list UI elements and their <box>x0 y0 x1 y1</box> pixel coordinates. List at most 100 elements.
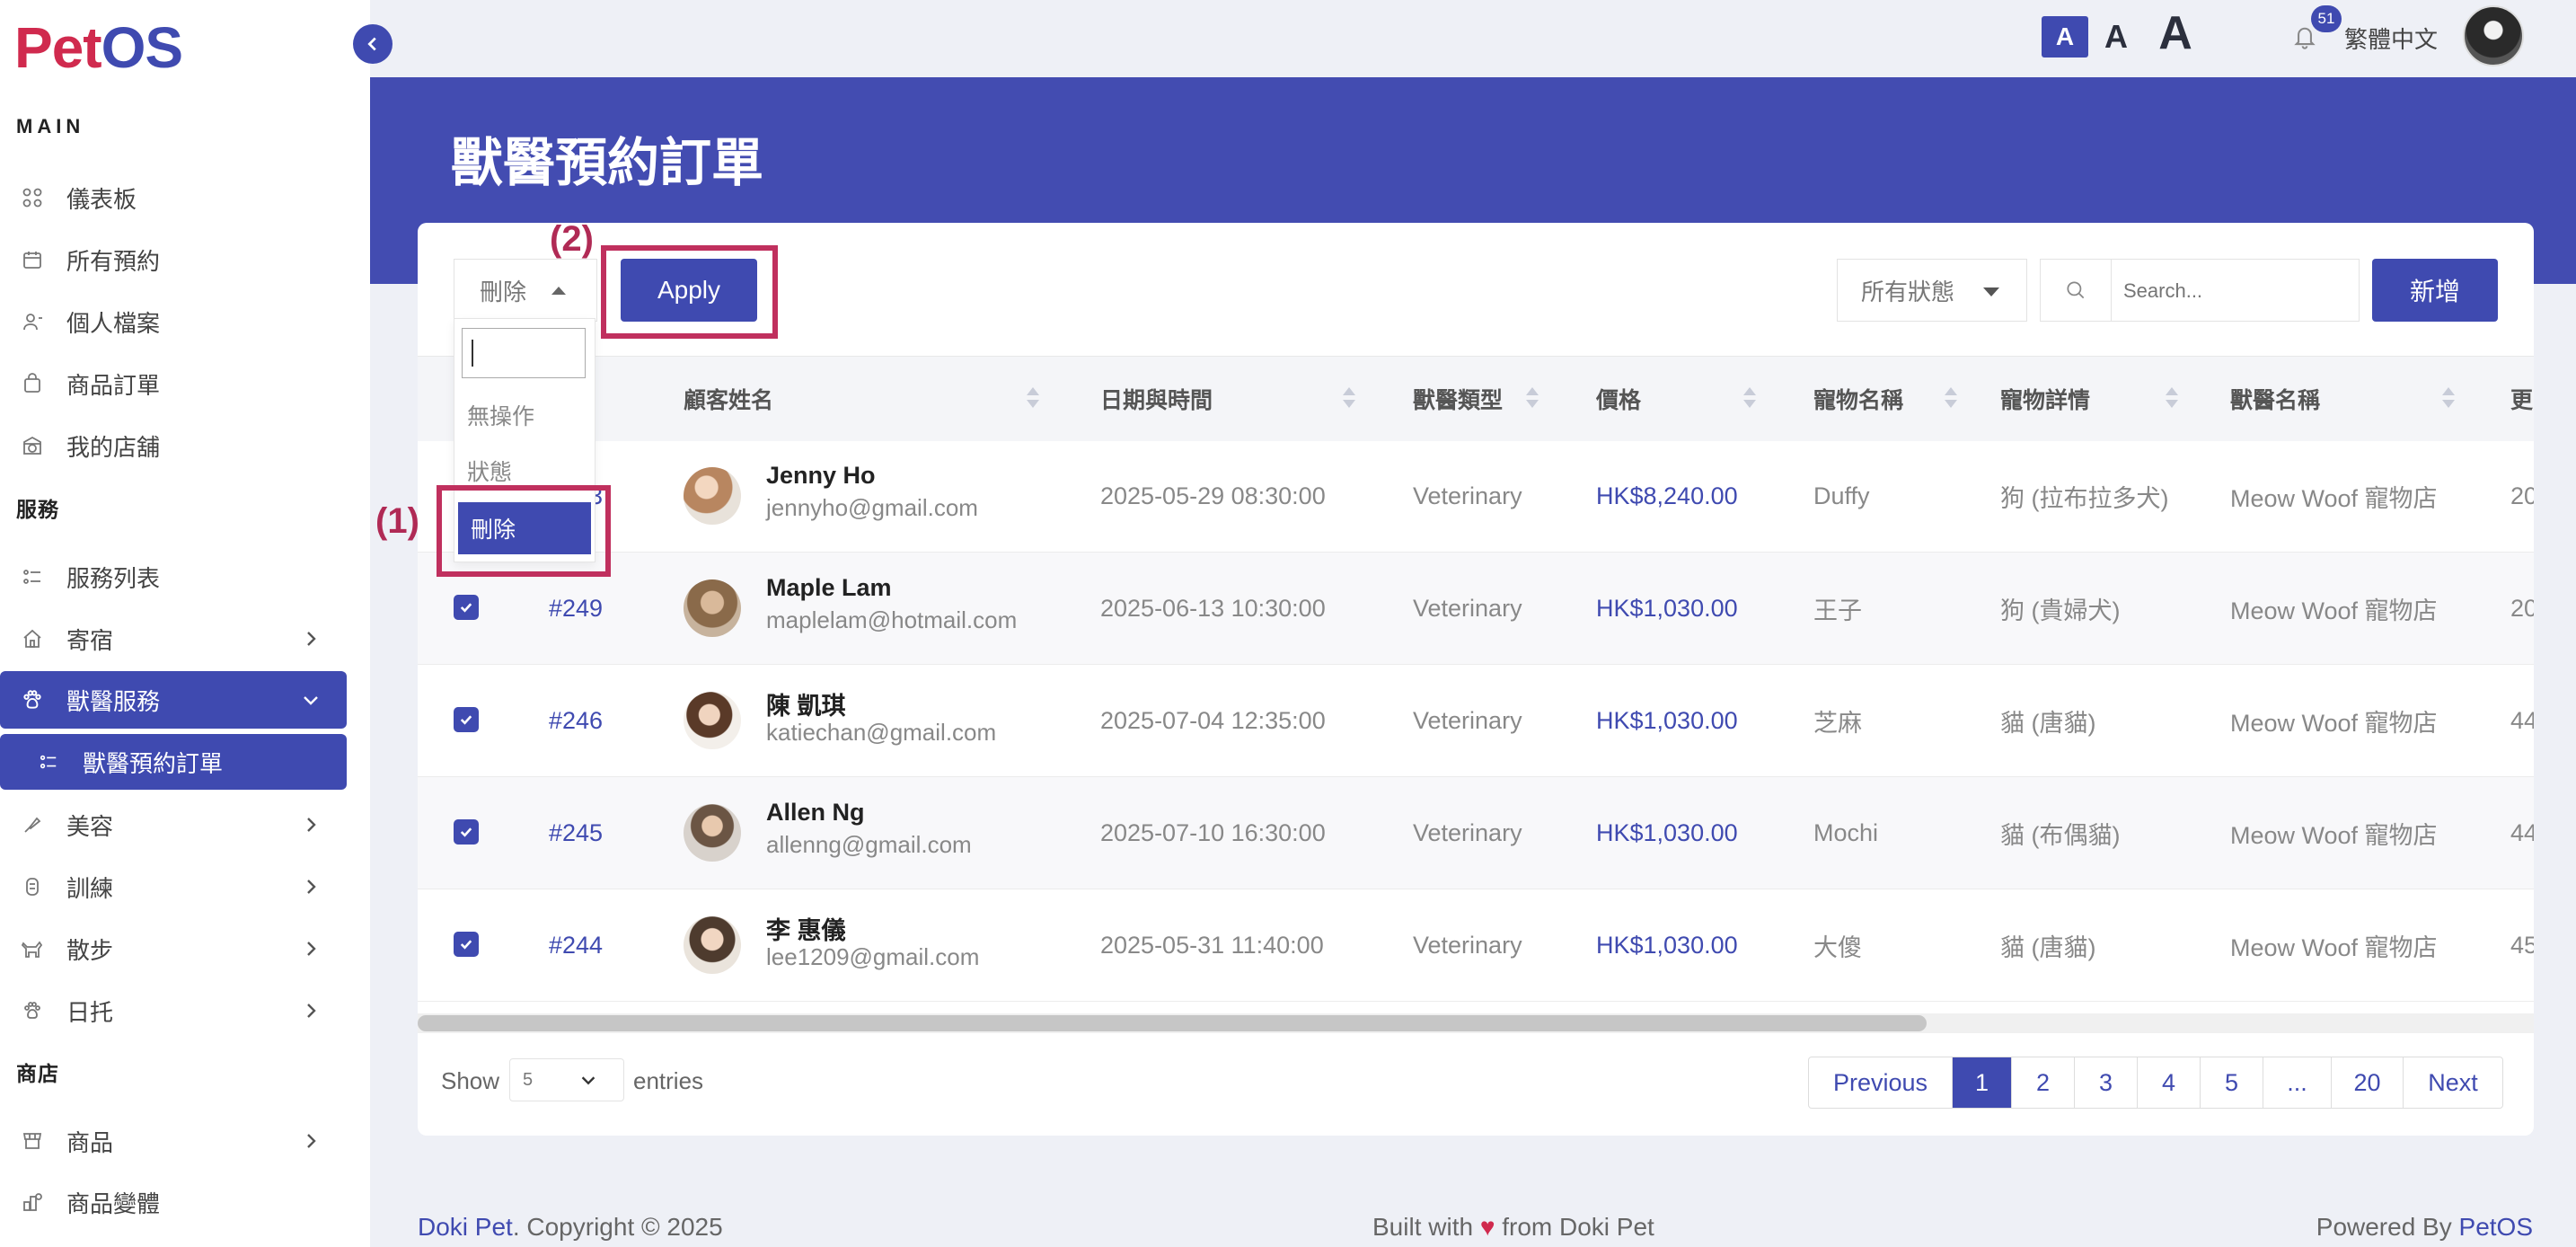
entries-label: entries <box>633 1067 704 1094</box>
page-button-5[interactable]: 5 <box>2201 1057 2263 1108</box>
sidebar-item-vet-booking-orders[interactable]: 獸醫預約訂單 <box>0 734 347 790</box>
sort-icon[interactable] <box>1945 387 1957 412</box>
user-avatar[interactable] <box>2463 5 2524 66</box>
more-cell: 44 <box>2510 818 2534 846</box>
footer-built-with: Built with ♥ from Doki Pet <box>1372 1213 1654 1242</box>
price: HK$1,030.00 <box>1596 931 1738 959</box>
sidebar-item-profile[interactable]: 個人檔案 <box>0 293 347 350</box>
column-header-pet-detail[interactable]: 寵物詳情 <box>2000 357 2090 441</box>
chevron-right-icon <box>307 1134 316 1148</box>
row-checkbox[interactable] <box>454 932 479 957</box>
font-size-small-button[interactable]: A <box>2042 16 2088 57</box>
sidebar-collapse-button[interactable] <box>353 24 393 64</box>
sidebar-item-label: 我的店舖 <box>66 433 161 461</box>
order-id[interactable]: #245 <box>549 777 603 889</box>
dog-icon <box>20 936 45 961</box>
order-id[interactable]: #244 <box>549 889 603 1001</box>
customer-name: Maple Lam <box>766 574 892 601</box>
dropdown-option-no-action[interactable]: 無操作 <box>454 389 595 441</box>
orders-card: 刪除 Apply 所有狀態 新增 顧客姓名 日期與時間 獸醫類型 價格 寵物名稱… <box>418 223 2534 1136</box>
powered-by-brand-link[interactable]: PetOS <box>2459 1213 2533 1241</box>
sidebar-item-boarding[interactable]: 寄宿 <box>0 610 347 668</box>
chevron-right-icon <box>307 632 316 646</box>
sidebar-item-label: 商品變體 <box>66 1190 161 1217</box>
search-input[interactable] <box>2122 272 2350 310</box>
table-row[interactable]: #249 Maple Lam maplelam@hotmail.com 2025… <box>418 553 2534 665</box>
pet-name: Mochi <box>1813 818 1879 846</box>
sort-icon[interactable] <box>2166 387 2178 412</box>
customer-avatar <box>684 804 741 862</box>
page-button-2[interactable]: 2 <box>2012 1057 2075 1108</box>
sidebar-item-label: 商品訂單 <box>66 371 161 399</box>
column-header-price[interactable]: 價格 <box>1596 357 1641 441</box>
sidebar-item-product-variants[interactable]: 商品變體 <box>0 1173 347 1231</box>
sort-icon[interactable] <box>2442 387 2455 412</box>
more-cell: 45 <box>2510 931 2534 959</box>
customer-name: Allen Ng <box>766 799 865 826</box>
list-icon <box>36 749 61 774</box>
column-header-customer[interactable]: 顧客姓名 <box>684 357 773 441</box>
row-checkbox[interactable] <box>454 595 479 620</box>
user-icon <box>20 309 45 334</box>
page-button-1[interactable]: 1 <box>1953 1057 2012 1108</box>
customer-name: Jenny Ho <box>766 462 876 489</box>
petos-logo[interactable]: PetOS <box>14 16 183 79</box>
add-new-button[interactable]: 新增 <box>2372 259 2498 322</box>
table-row[interactable]: #246 陳 凱琪 katiechan@gmail.com 2025-07-04… <box>418 665 2534 777</box>
sort-icon[interactable] <box>1027 387 1039 412</box>
sidebar-item-service-list[interactable]: 服務列表 <box>0 548 347 606</box>
language-switcher[interactable]: 繁體中文 <box>2344 22 2438 55</box>
pet-name: 王子 <box>1813 597 1862 624</box>
copyright-text: . Copyright © 2025 <box>512 1213 723 1241</box>
footer-powered-by: Powered By PetOS <box>2316 1213 2533 1242</box>
column-header-more[interactable]: 更 <box>2510 357 2533 441</box>
sidebar-item-all-bookings[interactable]: 所有預約 <box>0 231 347 288</box>
sidebar-item-training[interactable]: 訓練 <box>0 858 347 915</box>
next-page-button[interactable]: Next <box>2404 1057 2502 1108</box>
order-id[interactable]: #246 <box>549 665 603 776</box>
sidebar-item-grooming[interactable]: 美容 <box>0 796 347 853</box>
vet-name: Meow Woof 寵物店 <box>2230 933 2438 961</box>
font-size-large-button[interactable]: A <box>2153 7 2198 59</box>
chevron-right-icon <box>307 942 316 956</box>
house-icon <box>20 626 45 651</box>
table-row[interactable]: #244 李 惠儀 lee1209@gmail.com 2025-05-31 1… <box>418 889 2534 1002</box>
table-row[interactable]: #245 Allen Ng allenng@gmail.com 2025-07-… <box>418 777 2534 889</box>
checkmark-icon <box>460 940 472 950</box>
sort-icon[interactable] <box>1743 387 1756 412</box>
chevron-right-icon <box>307 1004 316 1018</box>
entries-value: 5 <box>523 1069 534 1090</box>
sidebar-item-products[interactable]: 商品 <box>0 1112 347 1170</box>
sidebar-item-vet-services[interactable]: 獸醫服務 <box>0 671 347 729</box>
table-row[interactable]: #253 Jenny Ho jennyho@gmail.com 2025-05-… <box>418 440 2534 553</box>
sidebar-item-dashboard[interactable]: 儀表板 <box>0 169 347 226</box>
page-button-4[interactable]: 4 <box>2138 1057 2201 1108</box>
entries-per-page-select[interactable]: 5 <box>509 1058 624 1101</box>
column-header-pet-name[interactable]: 寵物名稱 <box>1813 357 1903 441</box>
section-title-main: MAIN <box>16 115 85 137</box>
chevron-down-icon <box>581 1076 595 1085</box>
text-cursor <box>472 340 473 367</box>
vet-type: Veterinary <box>1413 818 1522 846</box>
sidebar-item-daycare[interactable]: 日托 <box>0 982 347 1039</box>
footer-brand-link[interactable]: Doki Pet <box>418 1213 513 1241</box>
column-header-datetime[interactable]: 日期與時間 <box>1100 357 1213 441</box>
sidebar-item-product-orders[interactable]: 商品訂單 <box>0 355 347 412</box>
previous-page-button[interactable]: Previous <box>1809 1057 1953 1108</box>
bulk-action-select[interactable]: 刪除 <box>454 259 597 322</box>
column-header-vet-type[interactable]: 獸醫類型 <box>1413 357 1503 441</box>
column-header-vet-name[interactable]: 獸醫名稱 <box>2230 357 2320 441</box>
horizontal-scrollbar-thumb[interactable] <box>418 1015 1927 1031</box>
row-checkbox[interactable] <box>454 819 479 845</box>
page-button-20[interactable]: 20 <box>2332 1057 2404 1108</box>
row-checkbox[interactable] <box>454 707 479 732</box>
sidebar-item-my-store[interactable]: 我的店舖 <box>0 417 347 474</box>
sidebar-item-walking[interactable]: 散步 <box>0 920 347 977</box>
sort-icon[interactable] <box>1526 387 1539 412</box>
page-button-3[interactable]: 3 <box>2075 1057 2138 1108</box>
sort-icon[interactable] <box>1343 387 1355 412</box>
checkmark-icon <box>460 715 472 725</box>
font-size-medium-button[interactable]: A <box>2098 16 2134 57</box>
status-filter-select[interactable]: 所有狀態 <box>1837 259 2027 322</box>
dropdown-search-input[interactable] <box>462 328 586 378</box>
